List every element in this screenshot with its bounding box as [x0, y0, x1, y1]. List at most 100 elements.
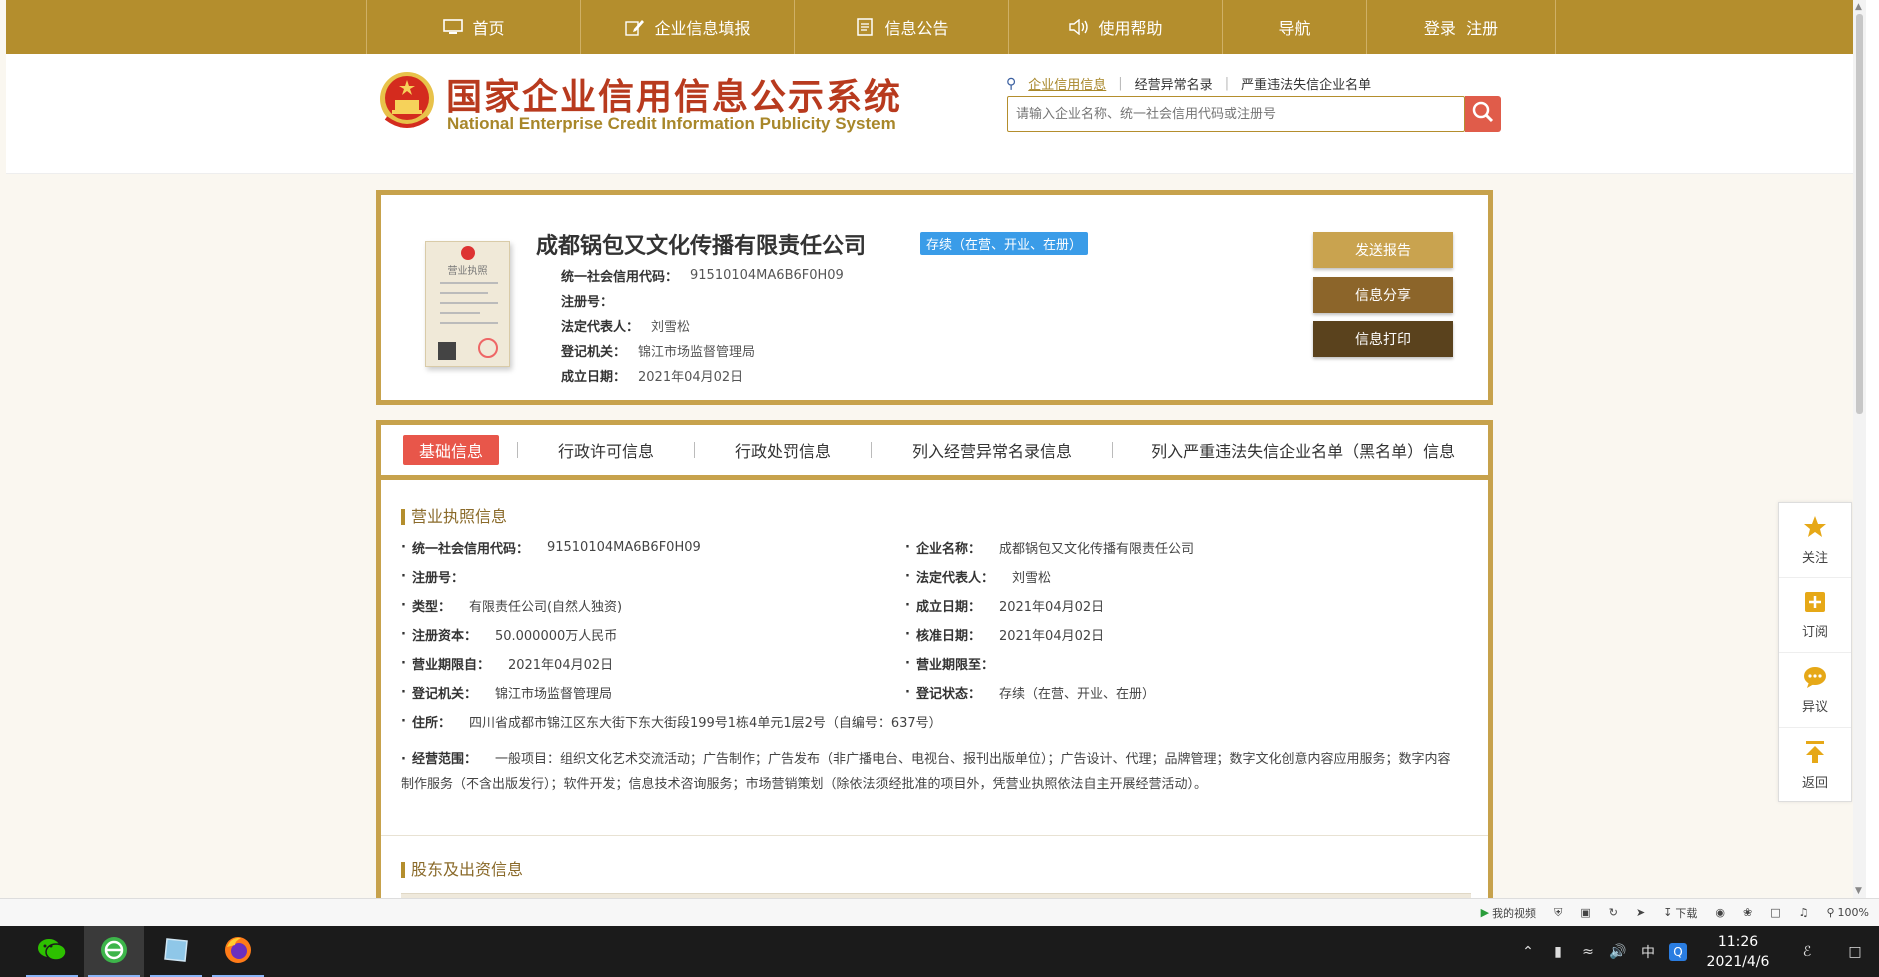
site-header: 国家企业信用信息公示系统 National Enterprise Credit …: [6, 54, 1860, 174]
field-reg-authority: 登记机关： 锦江市场监督管理局: [561, 338, 844, 363]
nav-navigation[interactable]: 导航: [1222, 0, 1366, 54]
back-to-top-button[interactable]: 返回: [1779, 728, 1851, 803]
speaker-tray-icon[interactable]: 🔊: [1603, 944, 1633, 960]
my-video-button[interactable]: ▶ 我的视频: [1481, 905, 1536, 921]
tab-admin-penalty[interactable]: 行政处罚信息: [695, 438, 871, 462]
notification-icon[interactable]: □: [1831, 944, 1879, 960]
field-value: 2021年04月02日: [638, 370, 744, 385]
nav-home[interactable]: 首页: [366, 0, 580, 54]
row-value: 刘雪松: [1011, 571, 1051, 586]
scroll-up-arrow-icon[interactable]: ▲: [1855, 2, 1862, 12]
license-text-line: [440, 312, 480, 314]
row-value: 2021年04月02日: [998, 600, 1105, 615]
zoom-control[interactable]: ⚲ 100%: [1826, 906, 1869, 919]
system-clock[interactable]: 11:26 2021/4/6: [1693, 932, 1783, 972]
tab-admin-license[interactable]: 行政许可信息: [518, 438, 694, 462]
chat-bubble-icon: [1803, 666, 1827, 692]
browser-icon: [99, 935, 129, 969]
follow-label: 关注: [1801, 550, 1828, 566]
taskbar-wechat[interactable]: [22, 926, 82, 977]
speaker-icon: [1068, 18, 1090, 36]
download-label: 下载: [1675, 906, 1698, 920]
brand-logo-icon[interactable]: ℰ: [1783, 944, 1831, 960]
nav-enterprise-report[interactable]: 企业信息填报: [580, 0, 794, 54]
row-value: 存续（在营、开业、在册）: [998, 687, 1155, 702]
info-row: · 成立日期： 2021年04月02日: [905, 596, 1104, 615]
taskbar-browser[interactable]: [84, 926, 144, 977]
search-tabs: ⚲ 企业信用信息 | 经营异常名录 | 严重违法失信企业名单: [1006, 74, 1375, 94]
monitor-icon: [442, 18, 464, 36]
bullet: ·: [401, 685, 406, 700]
search-tab-abnormal-list[interactable]: 经营异常名录: [1131, 74, 1217, 93]
send-report-button[interactable]: 发送报告: [1313, 232, 1453, 268]
game-icon[interactable]: ◉: [1715, 906, 1725, 919]
window-icon[interactable]: □: [1770, 906, 1780, 919]
top-navigation: 首页 企业信息填报 信息公告 使用帮助 导航 登录 注册: [6, 0, 1860, 54]
tab-blacklist[interactable]: 列入严重违法失信企业名单（黑名单）信息: [1113, 438, 1455, 462]
taskbar-tablet-app[interactable]: [146, 926, 206, 977]
nav-announcement[interactable]: 信息公告: [794, 0, 1008, 54]
nav-help[interactable]: 使用帮助: [1008, 0, 1222, 54]
search-button[interactable]: [1465, 96, 1501, 132]
search-tab-credit-info[interactable]: 企业信用信息: [1024, 74, 1110, 93]
license-qr-code: [438, 342, 456, 360]
page-scrollbar[interactable]: ▲ ▼: [1853, 0, 1866, 898]
subscribe-label: 订阅: [1801, 624, 1828, 640]
objection-label: 异议: [1801, 699, 1828, 715]
tab-separator: |: [1224, 76, 1230, 91]
business-license-thumbnail[interactable]: 营业执照: [425, 241, 510, 367]
field-label: 法定代表人：: [561, 320, 640, 335]
search-input[interactable]: [1008, 97, 1464, 131]
share-info-button[interactable]: 信息分享: [1313, 277, 1453, 313]
browser-status-bar: ▶ 我的视频 ⛨ ▣ ↻ ➤ ↧ 下载 ◉ ❀ □ ♫ ⚲ 100%: [0, 898, 1879, 926]
bullet: ·: [401, 714, 406, 729]
field-label: 成立日期：: [561, 370, 627, 385]
shield-icon[interactable]: ⛨: [1554, 906, 1562, 920]
volume-icon[interactable]: ♫: [1799, 906, 1809, 919]
business-scope: · 经营范围： 一般项目：组织文化艺术交流活动；广告制作；广告发布（非广播电台、电视…: [401, 747, 1461, 797]
taskbar-firefox[interactable]: [208, 926, 268, 977]
chevron-up-icon[interactable]: ⌃: [1513, 944, 1543, 960]
search-icon: [1472, 101, 1494, 127]
search-tab-blacklist[interactable]: 严重违法失信企业名单: [1237, 74, 1375, 93]
back-label: 返回: [1801, 776, 1828, 791]
battery-icon[interactable]: ▮: [1543, 944, 1573, 960]
bullet: ·: [401, 752, 406, 767]
edit-icon: [624, 18, 646, 36]
refresh-icon[interactable]: ↻: [1609, 906, 1618, 919]
q-app-icon[interactable]: Q: [1663, 942, 1693, 961]
bullet: ·: [401, 569, 406, 584]
scrollbar-thumb[interactable]: [1856, 14, 1863, 414]
nav-login-register[interactable]: 登录 注册: [1366, 0, 1556, 54]
subscribe-button[interactable]: 订阅: [1779, 578, 1851, 653]
row-value: 成都锅包又文化传播有限责任公司: [998, 542, 1194, 557]
site-logo-subtitle: National Enterprise Credit Information P…: [447, 114, 896, 133]
row-value: 锦江市场监督管理局: [494, 687, 612, 702]
field-credit-code: 统一社会信用代码： 91510104MA6B6F0H09: [561, 263, 844, 288]
ime-indicator[interactable]: 中: [1633, 942, 1663, 962]
image-icon[interactable]: ▣: [1580, 906, 1590, 919]
download-button[interactable]: ↧ 下载: [1663, 905, 1697, 921]
bullet: ·: [905, 627, 910, 642]
tab-basic-info[interactable]: 基础信息: [403, 435, 500, 465]
license-title: 营业执照: [447, 266, 488, 277]
video-icon: ▶: [1480, 906, 1490, 919]
search-box: [1007, 96, 1465, 132]
row-label: 法定代表人：: [915, 571, 994, 586]
wifi-icon[interactable]: ≈: [1573, 944, 1603, 960]
follow-button[interactable]: 关注: [1779, 503, 1851, 578]
rocket-icon[interactable]: ➤: [1636, 906, 1645, 919]
leaf-icon[interactable]: ❀: [1743, 906, 1752, 919]
row-label: 住所：: [411, 716, 451, 731]
bullet: ·: [401, 656, 406, 671]
scroll-down-arrow-icon[interactable]: ▼: [1855, 886, 1862, 896]
tablet-icon: [161, 937, 191, 967]
row-value: 50.000000万人民币: [494, 629, 618, 644]
bullet: ·: [905, 685, 910, 700]
subscribe-icon: [1804, 591, 1826, 617]
license-emblem-icon: [461, 246, 475, 260]
objection-button[interactable]: 异议: [1779, 653, 1851, 728]
print-info-button[interactable]: 信息打印: [1313, 321, 1453, 357]
system-tray: ⌃ ▮ ≈ 🔊 中 Q 11:26 2021/4/6 ℰ □: [1513, 926, 1879, 977]
tab-abnormal-list[interactable]: 列入经营异常名录信息: [872, 438, 1112, 462]
